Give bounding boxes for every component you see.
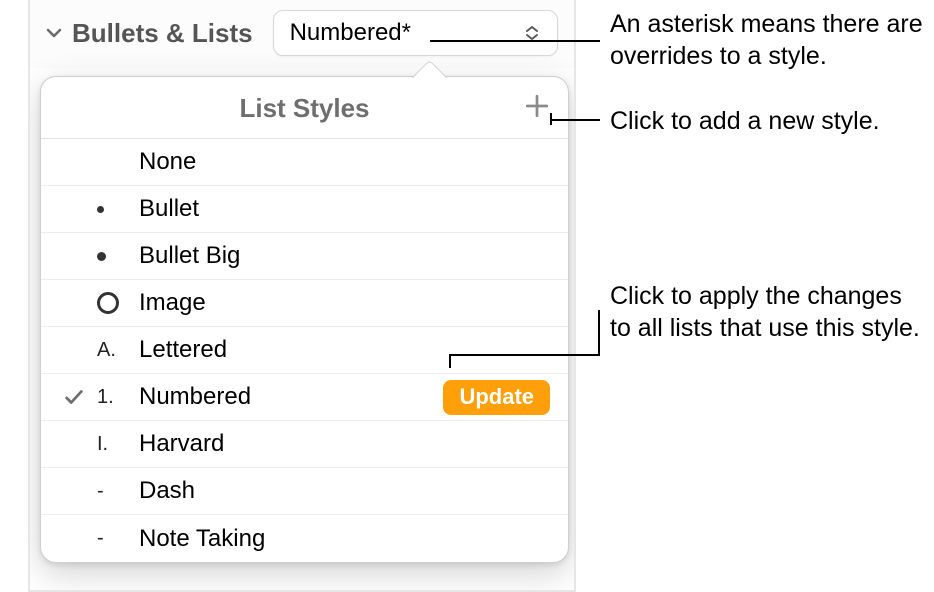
list-style-option[interactable]: I.Harvard — [41, 421, 568, 468]
callout-add-style: Click to add a new style. — [610, 105, 930, 137]
list-style-option[interactable]: 1.NumberedUpdate — [41, 374, 568, 421]
selected-style-label: Numbered* — [290, 19, 411, 47]
bullets-lists-disclosure[interactable]: Bullets & Lists — [46, 18, 253, 49]
format-panel: Bullets & Lists Numbered* List Styles — [28, 0, 576, 592]
bullets-lists-section-header: Bullets & Lists Numbered* — [30, 0, 574, 68]
style-marker-icon: - — [97, 480, 139, 503]
style-marker-icon — [97, 252, 139, 261]
style-marker-icon: A. — [97, 339, 139, 362]
leader-tick — [598, 310, 600, 356]
list-styles-popover: List Styles NoneBulletBullet BigImageA.L… — [40, 76, 569, 563]
style-option-label: Image — [139, 289, 550, 317]
update-style-button[interactable]: Update — [443, 380, 550, 415]
style-option-label: Bullet — [139, 195, 550, 223]
style-option-label: Lettered — [139, 336, 550, 364]
callout-asterisk: An asterisk means there are overrides to… — [610, 8, 930, 72]
style-option-label: None — [139, 148, 550, 176]
style-marker-icon: 1. — [97, 386, 139, 409]
list-style-option[interactable]: Image — [41, 280, 568, 327]
add-style-button[interactable] — [520, 89, 554, 123]
list-style-option[interactable]: Bullet Big — [41, 233, 568, 280]
style-marker-icon: I. — [97, 433, 139, 456]
style-marker-icon — [97, 292, 139, 314]
list-style-dropdown[interactable]: Numbered* — [273, 10, 558, 56]
popover-title: List Styles — [41, 77, 568, 139]
popover-title-text: List Styles — [239, 93, 369, 123]
plus-icon — [524, 93, 550, 119]
callout-update: Click to apply the changes to all lists … — [610, 280, 920, 344]
list-style-option[interactable]: -Note Taking — [41, 515, 568, 562]
list-style-option[interactable]: A.Lettered — [41, 327, 568, 374]
updown-chevron-icon — [523, 26, 541, 40]
style-marker-icon — [97, 206, 139, 213]
style-option-label: Note Taking — [139, 525, 550, 553]
list-style-option[interactable]: None — [41, 139, 568, 186]
selected-check-icon — [63, 386, 97, 408]
list-style-option[interactable]: Bullet — [41, 186, 568, 233]
style-marker-icon: - — [97, 527, 139, 550]
style-option-label: Harvard — [139, 430, 550, 458]
style-list: NoneBulletBullet BigImageA.Lettered1.Num… — [41, 139, 568, 562]
style-option-label: Numbered — [139, 383, 443, 411]
style-option-label: Bullet Big — [139, 242, 550, 270]
list-style-option[interactable]: -Dash — [41, 468, 568, 515]
chevron-down-icon — [46, 25, 62, 41]
style-option-label: Dash — [139, 477, 550, 505]
section-label: Bullets & Lists — [72, 18, 253, 49]
